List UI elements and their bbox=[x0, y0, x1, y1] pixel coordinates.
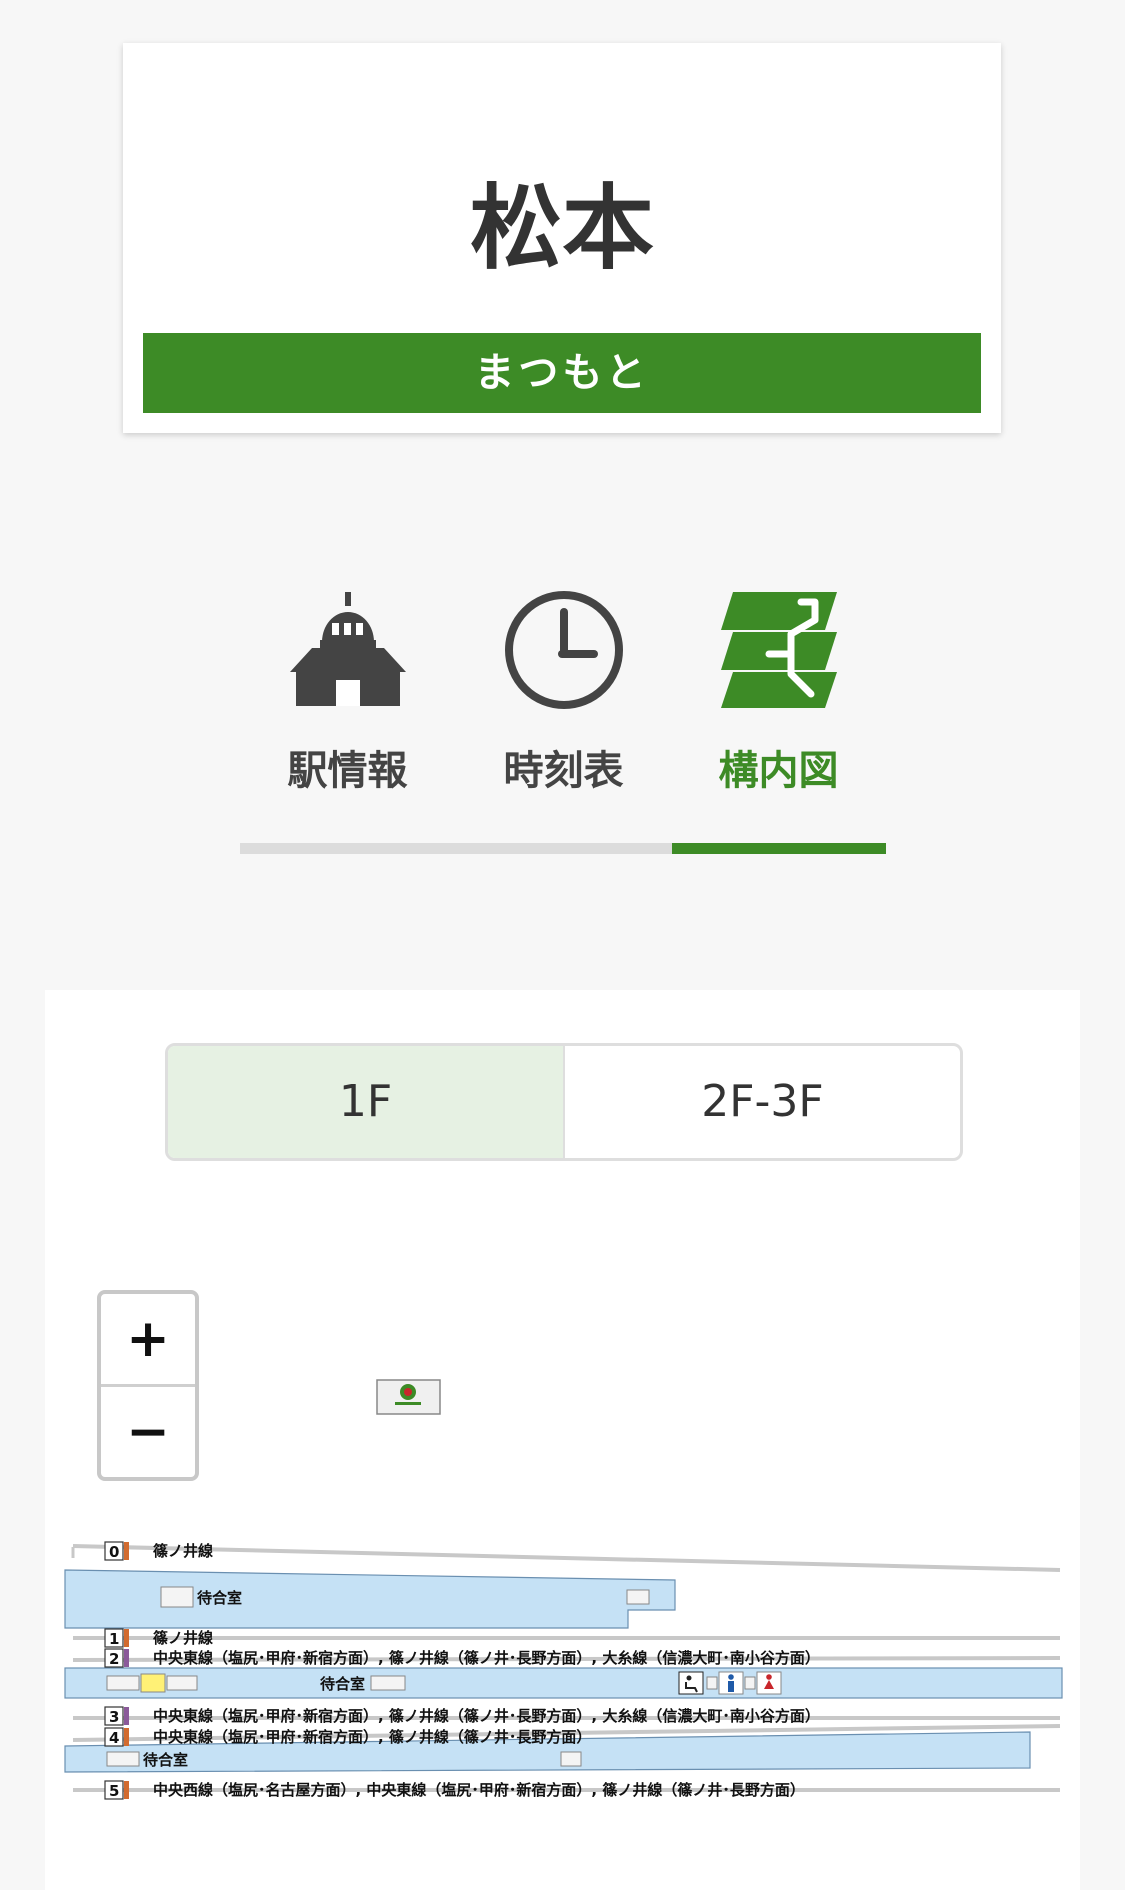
waiting-room-box bbox=[160, 1586, 194, 1608]
svg-text:篠ノ井線: 篠ノ井線 bbox=[153, 1542, 213, 1560]
platform-label-5: 5 中央西線（塩尻･名古屋方面）, 中央東線（塩尻･甲府･新宿方面）, 篠ノ井線… bbox=[104, 1780, 805, 1800]
tab-floor-map[interactable]: 構内図 bbox=[671, 590, 886, 800]
facility-box bbox=[706, 1676, 718, 1690]
waiting-room-label: 待合室 bbox=[197, 1589, 242, 1607]
tab-timetable-label: 時刻表 bbox=[503, 748, 624, 794]
zoom-control: + − bbox=[97, 1290, 199, 1481]
zoom-out-button[interactable]: − bbox=[101, 1384, 195, 1477]
svg-text:1: 1 bbox=[109, 1630, 119, 1648]
platform-label-4: 4 中央東線（塩尻･甲府･新宿方面）, 篠ノ井線（篠ノ井･長野方面） bbox=[104, 1727, 591, 1747]
svg-text:5: 5 bbox=[109, 1782, 119, 1800]
station-kana-bar: まつもと bbox=[143, 333, 981, 413]
floor-map-panel: 1F 2F-3F 待合室 待合室 待合室 0 篠ノ井線 1 篠ノ井線 2 中央東… bbox=[45, 990, 1080, 1890]
platform-label-3: 3 中央東線（塩尻･甲府･新宿方面）, 篠ノ井線（篠ノ井･長野方面）, 大糸線（… bbox=[104, 1706, 820, 1726]
waiting-room-label: 待合室 bbox=[143, 1751, 188, 1769]
facility-box bbox=[560, 1751, 582, 1767]
station-tabs: 駅情報 時刻表 構内図 bbox=[240, 590, 886, 855]
platform-label-1: 1 篠ノ井線 bbox=[104, 1628, 213, 1648]
floor-map-icon bbox=[720, 592, 837, 708]
shop-box bbox=[106, 1675, 140, 1691]
svg-text:0: 0 bbox=[109, 1543, 119, 1561]
facility-box bbox=[626, 1589, 650, 1605]
svg-text:中央西線（塩尻･名古屋方面）, 中央東線（塩尻･甲府･新宿方: 中央西線（塩尻･名古屋方面）, 中央東線（塩尻･甲府･新宿方面）, 篠ノ井線（篠… bbox=[153, 1781, 805, 1799]
platform-label-0: 0 篠ノ井線 bbox=[104, 1541, 213, 1561]
waiting-room-box bbox=[106, 1751, 140, 1767]
ticket-office-icon[interactable] bbox=[376, 1379, 441, 1415]
tab-underline bbox=[240, 843, 672, 854]
svg-text:中央東線（塩尻･甲府･新宿方面）, 篠ノ井線（篠ノ井･長野方: 中央東線（塩尻･甲府･新宿方面）, 篠ノ井線（篠ノ井･長野方面） bbox=[153, 1728, 591, 1746]
svg-text:3: 3 bbox=[109, 1708, 119, 1726]
clock-icon bbox=[504, 591, 623, 709]
station-building-icon bbox=[289, 592, 406, 706]
tab-active-indicator bbox=[672, 843, 886, 854]
svg-text:4: 4 bbox=[109, 1729, 119, 1747]
platform-2-3 bbox=[64, 1667, 1063, 1699]
svg-text:篠ノ井線: 篠ノ井線 bbox=[153, 1629, 213, 1647]
floor-map[interactable]: 待合室 待合室 待合室 0 篠ノ井線 1 篠ノ井線 2 中央東線（塩尻･甲府･新… bbox=[45, 990, 1080, 1870]
waiting-room-label: 待合室 bbox=[320, 1675, 365, 1693]
svg-text:2: 2 bbox=[109, 1650, 119, 1668]
tab-floor-map-label: 構内図 bbox=[718, 748, 839, 794]
facility-box bbox=[744, 1676, 756, 1690]
newdays-shop-icon[interactable] bbox=[140, 1673, 166, 1693]
accessible-toilet-icon[interactable] bbox=[678, 1671, 704, 1695]
platform-0-1 bbox=[64, 1569, 676, 1629]
tab-timetable[interactable]: 時刻表 bbox=[456, 590, 671, 800]
tab-station-info-label: 駅情報 bbox=[287, 748, 408, 794]
shop-box bbox=[166, 1675, 198, 1691]
platform-label-2: 2 中央東線（塩尻･甲府･新宿方面）, 篠ノ井線（篠ノ井･長野方面）, 大糸線（… bbox=[104, 1648, 820, 1668]
zoom-in-button[interactable]: + bbox=[101, 1294, 195, 1384]
tab-station-info[interactable]: 駅情報 bbox=[240, 590, 455, 800]
station-name: 松本 bbox=[469, 175, 654, 282]
station-header-card: 松本 まつもと bbox=[123, 43, 1001, 433]
svg-text:中央東線（塩尻･甲府･新宿方面）, 篠ノ井線（篠ノ井･長野方: 中央東線（塩尻･甲府･新宿方面）, 篠ノ井線（篠ノ井･長野方面）, 大糸線（信濃… bbox=[153, 1707, 820, 1725]
svg-text:中央東線（塩尻･甲府･新宿方面）, 篠ノ井線（篠ノ井･長野方: 中央東線（塩尻･甲府･新宿方面）, 篠ノ井線（篠ノ井･長野方面）, 大糸線（信濃… bbox=[153, 1649, 820, 1667]
waiting-room-box bbox=[370, 1675, 406, 1691]
